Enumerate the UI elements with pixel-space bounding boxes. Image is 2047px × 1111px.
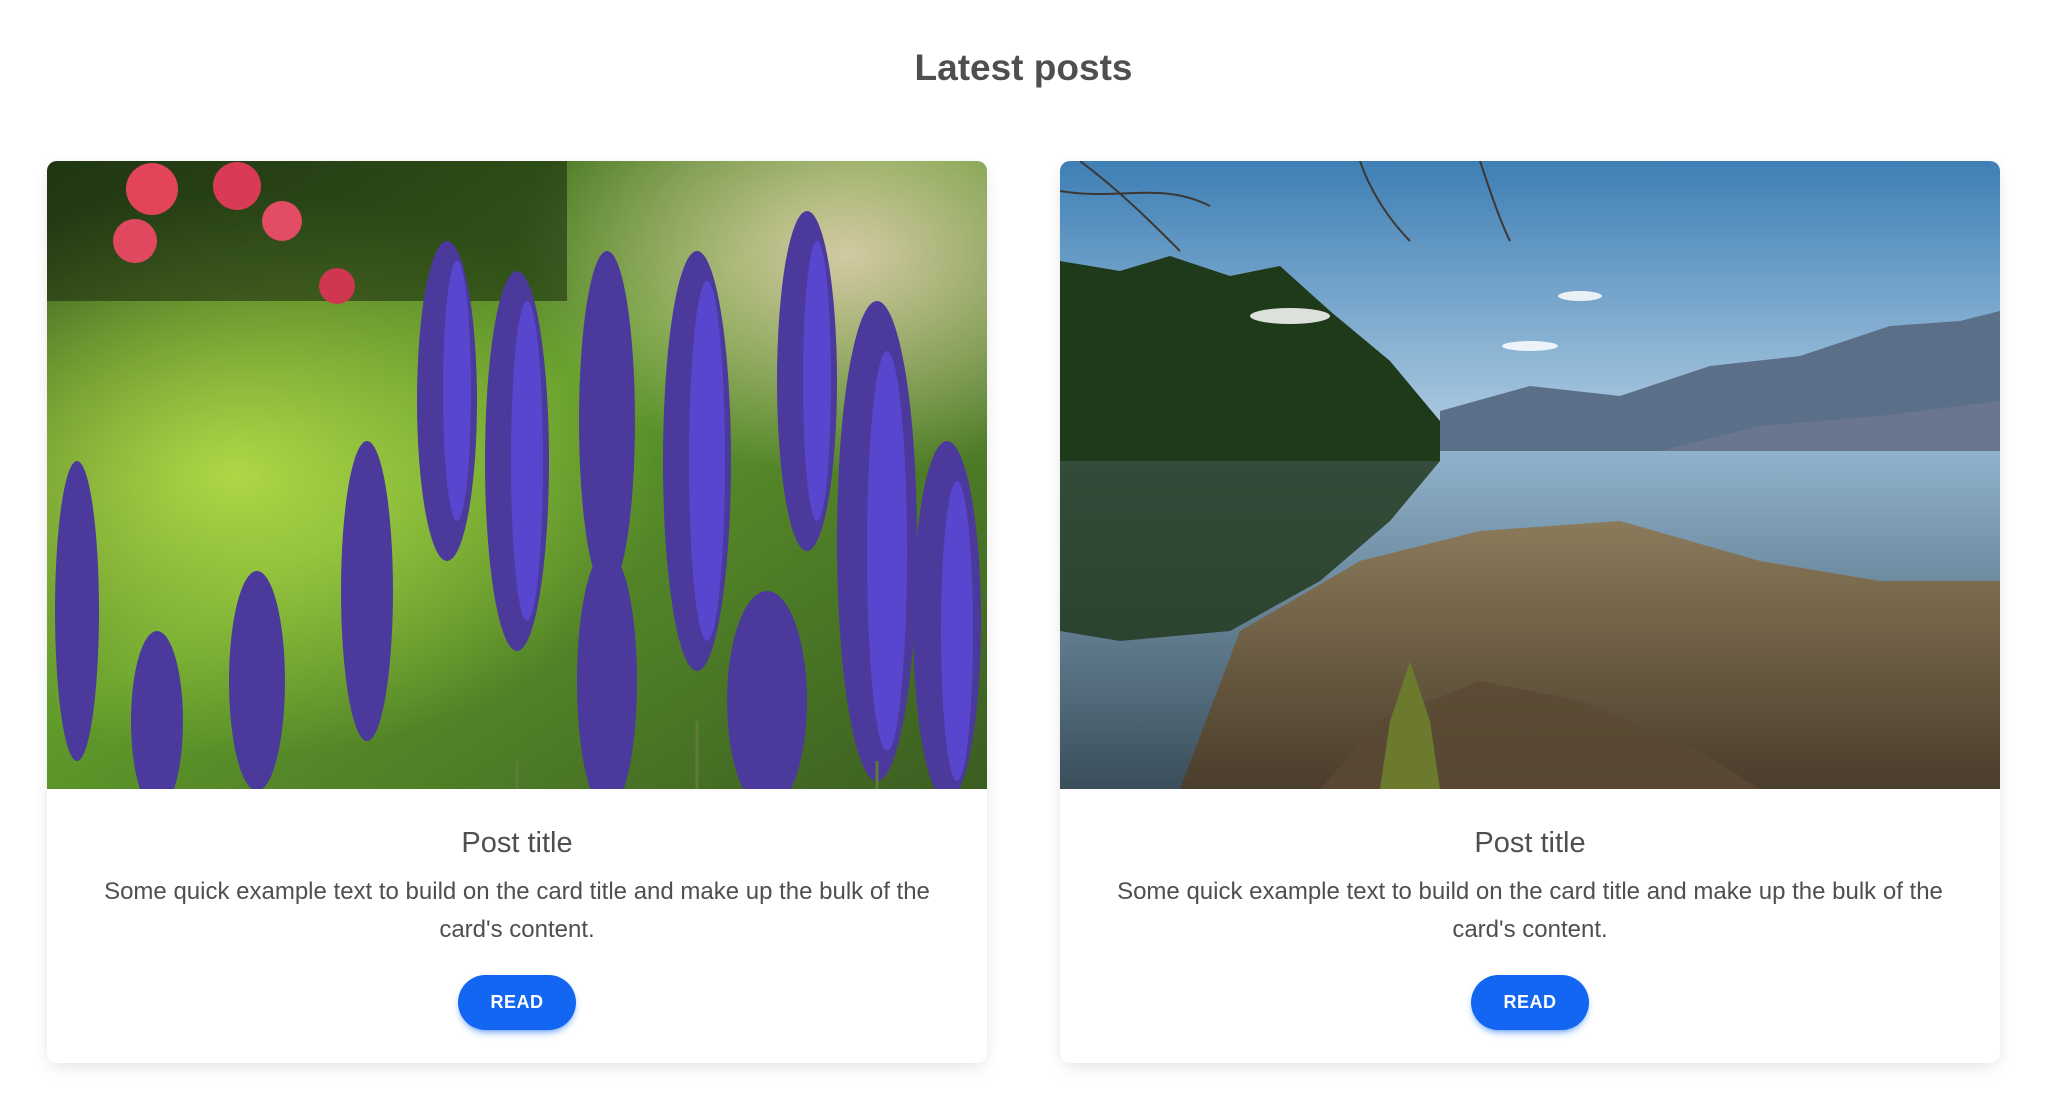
post-excerpt: Some quick example text to build on the … <box>104 878 930 943</box>
post-title: Post title <box>1474 827 1586 859</box>
post-image-lavender <box>47 161 987 789</box>
post-card-body: Post title Some quick example text to bu… <box>1060 789 2000 1063</box>
read-button[interactable]: READ <box>458 975 576 1030</box>
post-excerpt: Some quick example text to build on the … <box>1117 878 1943 943</box>
post-card: Post title Some quick example text to bu… <box>1060 161 2000 1063</box>
section-heading: Latest posts <box>914 47 1133 88</box>
read-button[interactable]: READ <box>1471 975 1589 1030</box>
post-image-lake <box>1060 161 2000 789</box>
post-card: Post title Some quick example text to bu… <box>47 161 987 1063</box>
post-card-body: Post title Some quick example text to bu… <box>47 789 987 1063</box>
post-title: Post title <box>461 827 573 859</box>
